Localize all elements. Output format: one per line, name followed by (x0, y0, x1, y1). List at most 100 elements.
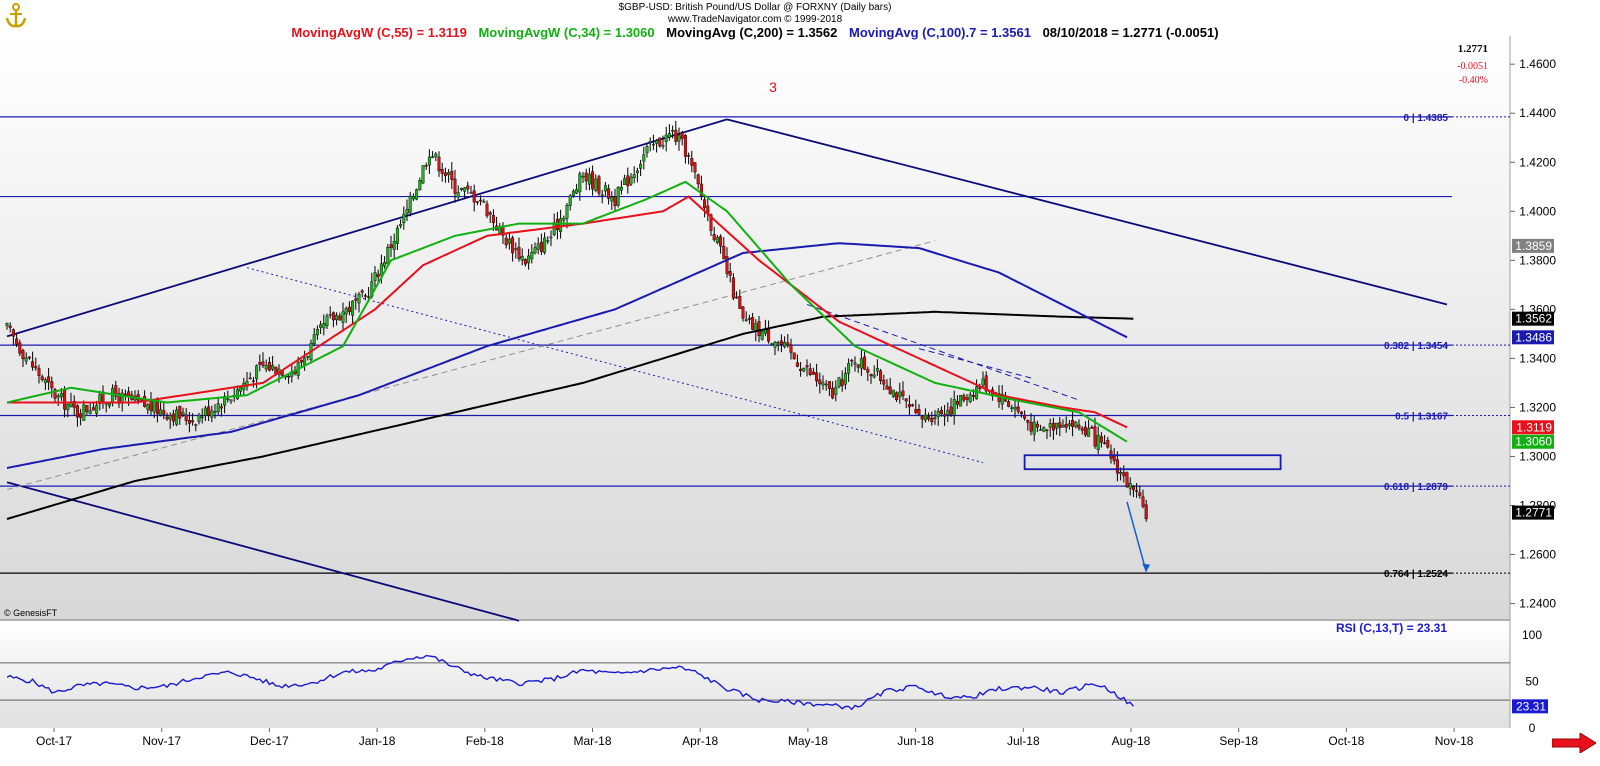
candle-body (453, 178, 457, 194)
candle-body (85, 405, 89, 412)
candle-body (434, 153, 438, 158)
candle-body (1077, 424, 1081, 429)
candle-body (328, 314, 332, 316)
candle-body (1032, 421, 1036, 435)
candle-body (735, 296, 739, 299)
anchor-logo-icon (5, 3, 27, 28)
candle-body (962, 395, 966, 401)
candle-body (728, 271, 732, 276)
candle-body (856, 364, 860, 368)
candle-body (1087, 428, 1091, 437)
candle-body (415, 189, 419, 200)
candle-body (1119, 472, 1123, 474)
candle-body (866, 368, 870, 373)
candle-body (149, 400, 153, 412)
candle-body (386, 247, 390, 264)
candle-body (24, 357, 28, 362)
candle-body (1029, 421, 1033, 432)
candle-body (949, 406, 953, 415)
candle-body (475, 201, 479, 203)
price-tick-label: 1.2600 (1519, 548, 1556, 562)
scroll-right-arrow-icon[interactable] (1552, 733, 1596, 753)
candle-body (661, 144, 665, 147)
candle-body (517, 246, 521, 259)
candle-body (703, 199, 707, 209)
candle-body (968, 394, 972, 403)
candle-body (235, 389, 239, 400)
candle-body (5, 323, 9, 327)
candle-body (559, 218, 563, 232)
candle-body (469, 192, 473, 194)
time-axis: Oct-17 Nov-17 Dec-17 Jan-18 Feb-18 Mar-18 Apr-… (36, 728, 1474, 748)
candle-body (741, 306, 745, 319)
time-tick-label: Feb-18 (466, 734, 504, 748)
candle-body (175, 409, 179, 425)
candle-body (1058, 422, 1062, 428)
candle-body (575, 189, 579, 194)
candle-body (597, 176, 601, 194)
candle-body (347, 306, 351, 313)
candle-body (981, 378, 985, 386)
copyright-label: © GenesisFT (4, 608, 58, 618)
candle-body (658, 137, 662, 147)
candle-body (578, 173, 582, 193)
candle-body (863, 356, 867, 370)
wave-label: 3 (769, 79, 777, 95)
candle-body (123, 393, 127, 396)
candle-body (722, 245, 726, 260)
candle-body (312, 334, 316, 345)
candle-body (802, 367, 806, 372)
candle-body (18, 342, 22, 354)
candle-body (443, 172, 447, 177)
candle-body (207, 406, 211, 416)
candle-body (1061, 424, 1065, 428)
candle-body (834, 387, 838, 395)
candle-body (411, 196, 415, 200)
candle-body (642, 154, 646, 162)
candle-body (911, 404, 915, 407)
candle-body (843, 372, 847, 385)
candle-body (162, 410, 166, 415)
candle-body (82, 404, 86, 421)
candle-body (79, 413, 83, 418)
candle-body (936, 410, 940, 418)
candle-body (696, 174, 700, 185)
time-tick-label: Nov-18 (1435, 734, 1474, 748)
candle-body (850, 360, 854, 362)
candle-body (111, 387, 115, 404)
candle-body (56, 395, 60, 398)
candle-body (440, 168, 444, 174)
price-tick-label: 1.3400 (1519, 351, 1556, 365)
candle-body (914, 409, 918, 413)
candle-body (95, 404, 99, 414)
candle-body (402, 213, 406, 224)
candle-body (1067, 423, 1071, 426)
candle-body (831, 387, 835, 399)
candle-body (152, 401, 156, 413)
candle-body (629, 176, 633, 185)
candle-body (1122, 472, 1126, 477)
rsi-tick-label: 100 (1522, 628, 1542, 642)
candle-body (971, 394, 975, 397)
candle-body (655, 140, 659, 144)
price-chart[interactable]: 0 | 1.4385 0.382 | 1.3454 0.5 | 1.3167 0.61… (0, 0, 1600, 766)
candle-body (421, 165, 425, 184)
candle-body (197, 414, 201, 422)
chart-title: $GBP-USD: British Pound/US Dollar @ FORX… (618, 2, 892, 13)
candle-body (267, 362, 271, 371)
candle-body (482, 200, 486, 203)
candle-body (527, 255, 531, 264)
quote-pct: -0.40% (1459, 75, 1488, 86)
candle-body (591, 171, 595, 190)
candle-body (603, 185, 607, 192)
candle-body (1099, 436, 1103, 443)
candle-body (287, 375, 291, 378)
candle-body (760, 331, 764, 340)
candle-body (786, 342, 790, 346)
candle-body (815, 372, 819, 382)
candle-body (1045, 429, 1049, 432)
candle-body (315, 329, 319, 336)
candle-body (824, 383, 828, 386)
legend-ma55: MovingAvgW (C,55) = 1.3119 (291, 25, 467, 40)
candle-body (210, 410, 214, 418)
